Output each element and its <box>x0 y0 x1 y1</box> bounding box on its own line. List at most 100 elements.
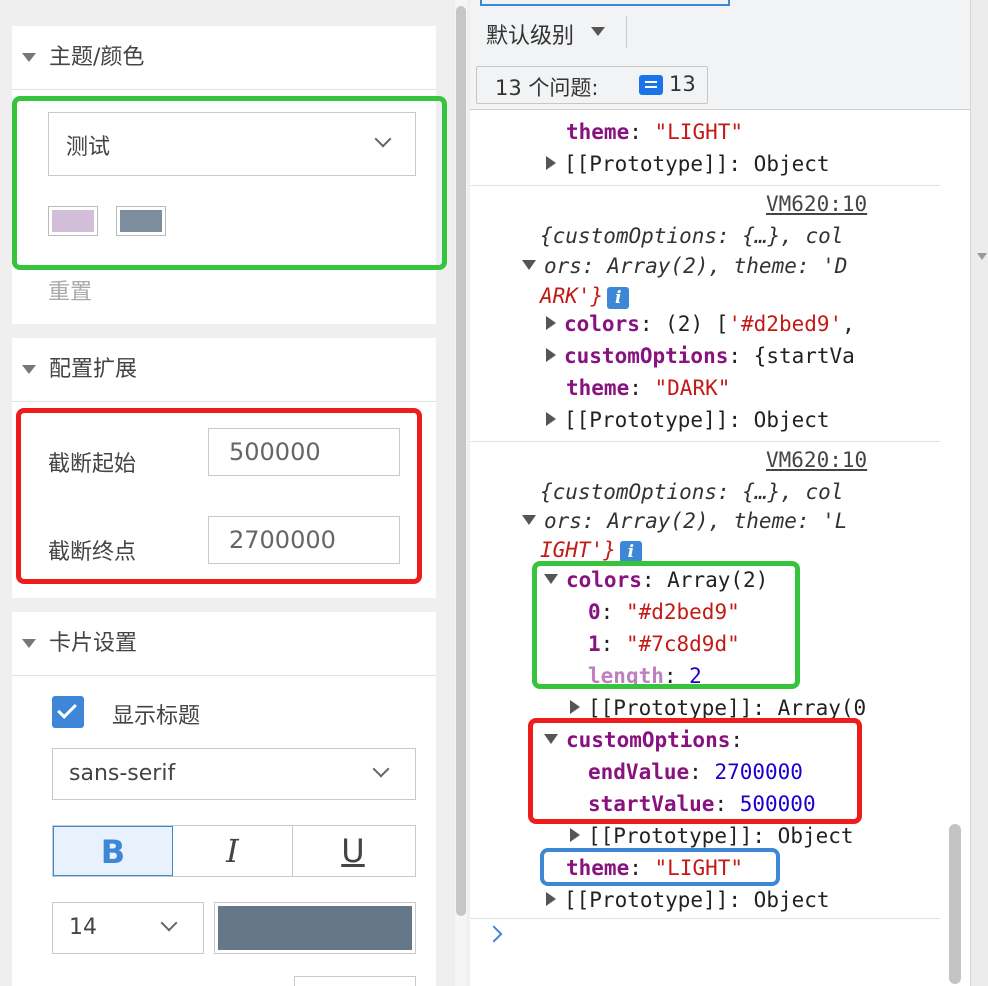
start-value: 500000 <box>229 438 321 466</box>
issues-label: 13 个问题: <box>495 76 599 100</box>
console-line[interactable]: [[Prototype]]: Array(0 <box>570 692 866 724</box>
expand-triangle-icon <box>546 156 556 170</box>
color-swatch-fill <box>120 210 162 232</box>
console-line: theme: "DARK" <box>566 376 731 400</box>
chevron-down-icon <box>374 130 392 148</box>
object-summary: IGHT'} i <box>540 534 642 566</box>
console-line: 1: "#7c8d9d" <box>588 632 740 656</box>
font-family-value: sans-serif <box>69 761 176 786</box>
console-line: length: 2 <box>588 664 702 688</box>
theme-select-value: 测试 <box>66 135 111 160</box>
expand-triangle-icon <box>544 574 558 584</box>
bold-button[interactable]: B <box>53 826 173 876</box>
start-value-input[interactable]: 500000 <box>208 428 400 476</box>
log-level-dropdown[interactable]: 默认级别 <box>486 18 574 50</box>
scrollbar-thumb[interactable] <box>456 6 466 916</box>
message-divider <box>470 918 940 919</box>
info-icon: i <box>607 287 630 309</box>
end-value: 2700000 <box>229 526 336 554</box>
filter-input-edge[interactable] <box>480 0 730 6</box>
expand-triangle-icon <box>570 828 580 842</box>
console-line: 0: "#d2bed9" <box>588 600 740 624</box>
source-link[interactable]: VM620:10 <box>766 448 867 472</box>
console-prompt-chevron-icon[interactable] <box>485 925 503 943</box>
start-label: 截断起始 <box>48 452 137 477</box>
font-size-value: 14 <box>69 915 97 940</box>
console-line: theme: "LIGHT" <box>566 120 744 144</box>
console-toolbar: 默认级别 13 个问题: 13 <box>470 0 970 110</box>
message-icon <box>639 75 663 95</box>
chevron-down-icon <box>372 760 390 778</box>
section-title: 主题/颜色 <box>49 45 145 70</box>
message-divider <box>470 441 940 442</box>
console-line: theme: "LIGHT" <box>566 856 744 880</box>
console-line[interactable]: [[Prototype]]: Object <box>546 148 830 180</box>
end-value-input[interactable]: 2700000 <box>208 516 400 564</box>
config-section-header[interactable]: 配置扩展 <box>12 338 436 402</box>
next-control-edge <box>294 976 416 986</box>
config-extension-section: 配置扩展 截断起始 500000 截断终点 2700000 <box>12 338 436 598</box>
show-title-checkbox[interactable] <box>52 696 84 728</box>
color-swatch-1[interactable] <box>48 206 98 236</box>
card-settings-section: 卡片设置 显示标题 sans-serif B I U 14 <box>12 612 436 986</box>
color-swatch-2[interactable] <box>116 206 166 236</box>
expand-triangle-icon <box>522 515 536 525</box>
collapse-triangle-icon <box>22 53 36 62</box>
window-edge-panel <box>970 0 988 986</box>
chevron-down-icon <box>160 914 178 932</box>
source-link[interactable]: VM620:10 <box>766 192 867 216</box>
settings-panel: 主题/颜色 测试 重置 配置扩展 截断起始 500000 截断终点 270000… <box>0 0 470 986</box>
collapse-triangle-icon <box>22 365 36 374</box>
toolbar-separator <box>626 16 627 48</box>
console-line[interactable]: colors: (2) ['#d2bed9', <box>546 308 855 340</box>
font-family-select[interactable]: sans-serif <box>52 748 416 800</box>
font-color-picker[interactable] <box>214 902 416 954</box>
left-scrollbar[interactable] <box>455 0 467 986</box>
theme-select[interactable]: 测试 <box>48 112 416 176</box>
card-section-header[interactable]: 卡片设置 <box>12 612 436 676</box>
devtools-console: 默认级别 13 个问题: 13 theme: "LIGHT" [[Prototy… <box>470 0 970 986</box>
expand-triangle-icon <box>522 260 536 270</box>
issues-button[interactable]: 13 个问题: 13 <box>476 66 708 104</box>
expand-triangle-icon <box>570 700 580 714</box>
expand-triangle-icon <box>546 348 556 362</box>
console-scrollbar[interactable] <box>942 110 970 986</box>
section-title: 配置扩展 <box>49 357 138 382</box>
issues-count: 13 <box>669 72 696 96</box>
text-style-group: B I U <box>52 825 416 877</box>
collapse-triangle-icon <box>22 639 36 648</box>
theme-section-header[interactable]: 主题/颜色 <box>12 26 436 90</box>
show-title-label: 显示标题 <box>112 704 201 729</box>
object-summary: {customOptions: {…}, col <box>540 224 844 248</box>
caret-down-icon <box>591 27 605 36</box>
underline-button[interactable]: U <box>293 826 413 876</box>
section-title: 卡片设置 <box>49 631 138 656</box>
object-summary: {customOptions: {…}, col <box>540 480 844 504</box>
object-summary[interactable]: ors: Array(2), theme: 'D <box>522 250 847 282</box>
info-icon: i <box>619 541 642 563</box>
console-line[interactable]: colors: Array(2) <box>544 564 768 596</box>
font-color-fill <box>218 906 412 950</box>
end-label: 截断终点 <box>48 540 137 565</box>
console-line[interactable]: [[Prototype]]: Object <box>570 820 854 852</box>
expand-triangle-icon <box>544 734 558 744</box>
console-line[interactable]: [[Prototype]]: Object <box>546 404 830 436</box>
expand-triangle-icon <box>546 316 556 330</box>
scrollbar-thumb[interactable] <box>949 824 961 984</box>
console-line[interactable]: [[Prototype]]: Object <box>546 884 830 916</box>
font-size-select[interactable]: 14 <box>52 902 204 954</box>
reset-link[interactable]: 重置 <box>48 274 92 306</box>
message-divider <box>470 185 940 186</box>
console-line[interactable]: customOptions: <box>544 724 743 756</box>
check-icon <box>57 699 77 719</box>
console-line[interactable]: customOptions: {startVa <box>546 340 855 372</box>
expand-triangle-icon <box>546 412 556 426</box>
caret-down-icon <box>977 253 987 260</box>
expand-triangle-icon <box>546 892 556 906</box>
console-line: startValue: 500000 <box>588 792 816 816</box>
console-line: endValue: 2700000 <box>588 760 803 784</box>
italic-button[interactable]: I <box>173 826 293 876</box>
color-swatch-fill <box>52 210 94 232</box>
object-summary[interactable]: ors: Array(2), theme: 'L <box>522 505 847 537</box>
theme-color-section: 主题/颜色 测试 重置 <box>12 26 436 324</box>
